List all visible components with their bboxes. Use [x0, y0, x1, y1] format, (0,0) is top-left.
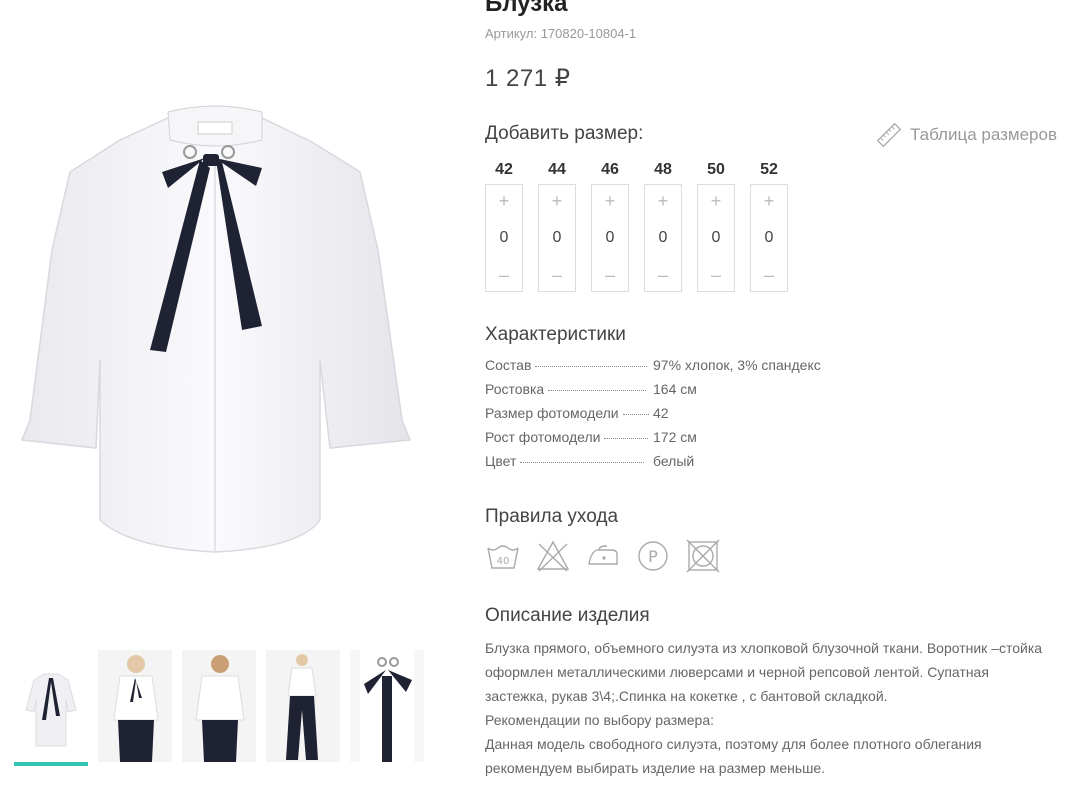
wash-40-icon: 40 [487, 545, 519, 569]
dry-clean-p-icon: P [638, 541, 668, 571]
quantity-stepper: + 0 – [591, 184, 629, 292]
characteristic-value: 42 [653, 405, 669, 421]
product-sku: Артикул: 170820-10804-1 [485, 26, 637, 41]
description-line: Данная модель свободного силуэта, поэтом… [485, 736, 982, 752]
characteristic-value: 172 см [653, 429, 697, 445]
quantity-stepper: + 0 – [644, 184, 682, 292]
description-line: Блузка прямого, объемного силуэта из хло… [485, 640, 1043, 656]
thumbnail-4[interactable] [266, 650, 340, 762]
description-line: оформлен металлическими люверсами и черн… [485, 664, 989, 680]
characteristic-key: Цвет [485, 453, 517, 469]
size-column: 42 + 0 – [485, 160, 523, 292]
care-heading: Правила ухода [485, 506, 619, 527]
increment-button[interactable]: + [499, 191, 510, 211]
characteristics-heading: Характеристики [485, 324, 626, 345]
decrement-button[interactable]: – [658, 265, 668, 285]
characteristic-value: белый [653, 453, 695, 469]
characteristic-key: Ростовка [485, 381, 545, 397]
quantity-value[interactable]: 0 [765, 229, 774, 247]
product-title: Блузка [485, 0, 568, 17]
size-table-link[interactable]: Таблица размеров [876, 122, 1057, 148]
size-table-label: Таблица размеров [910, 125, 1057, 144]
active-thumbnail-indicator [14, 762, 88, 766]
characteristic-row: Ростовка 164 см [485, 381, 905, 405]
dotted-leader [604, 438, 649, 439]
characteristics-list: Состав 97% хлопок, 3% спандекс Ростовка … [485, 357, 905, 477]
size-label: 44 [548, 161, 566, 178]
no-tumble-dry-icon [686, 539, 720, 573]
quantity-value[interactable]: 0 [606, 229, 615, 247]
blouse-illustration [20, 105, 412, 553]
characteristic-row: Размер фотомодели 42 [485, 405, 905, 429]
thumbnail-5[interactable] [350, 650, 424, 762]
dry-clean-letter: P [648, 547, 658, 566]
quantity-stepper: + 0 – [538, 184, 576, 292]
increment-button[interactable]: + [605, 191, 616, 211]
thumbnail-2[interactable] [98, 650, 172, 762]
size-column: 46 + 0 – [591, 160, 629, 292]
wash-temp-text: 40 [497, 556, 510, 567]
description-line: застежка, рукав 3\4;.Спинка на кокетке ,… [485, 688, 888, 704]
characteristic-key: Рост фотомодели [485, 429, 601, 445]
size-column: 50 + 0 – [697, 160, 735, 292]
quantity-stepper: + 0 – [485, 184, 523, 292]
decrement-button[interactable]: – [499, 265, 509, 285]
quantity-value[interactable]: 0 [500, 229, 509, 247]
iron-low-icon [588, 545, 618, 565]
thumbnail-3[interactable] [182, 650, 256, 762]
no-bleach-icon [536, 540, 570, 572]
size-selector: 42 + 0 – 44 + 0 – 46 + 0 – 48 + 0 – 50 +… [485, 160, 788, 292]
characteristic-value: 97% хлопок, 3% спандекс [653, 357, 821, 373]
size-column: 48 + 0 – [644, 160, 682, 292]
ruler-icon [876, 122, 902, 148]
characteristic-value: 164 см [653, 381, 697, 397]
quantity-value[interactable]: 0 [659, 229, 668, 247]
size-label: 50 [707, 161, 725, 178]
product-price: 1 271 ₽ [485, 65, 571, 92]
main-product-image[interactable] [0, 0, 430, 632]
thumbnail-gallery [14, 650, 424, 762]
dotted-leader [520, 462, 645, 463]
dotted-leader [622, 414, 649, 415]
size-column: 44 + 0 – [538, 160, 576, 292]
description-line: Рекомендации по выбору размера: [485, 712, 715, 728]
characteristic-row: Рост фотомодели 172 см [485, 429, 905, 453]
description-heading: Описание изделия [485, 605, 650, 626]
characteristic-row: Цвет белый [485, 453, 905, 477]
care-icons: 40 P [485, 538, 721, 574]
dotted-leader [535, 366, 648, 367]
quantity-value[interactable]: 0 [553, 229, 562, 247]
description-line: рекомендуем выбирать изделие на размер м… [485, 760, 826, 776]
size-column: 52 + 0 – [750, 160, 788, 292]
thumbnail-1[interactable] [14, 650, 88, 762]
add-size-heading: Добавить размер: [485, 123, 644, 144]
characteristic-key: Размер фотомодели [485, 405, 619, 421]
increment-button[interactable]: + [764, 191, 775, 211]
characteristic-row: Состав 97% хлопок, 3% спандекс [485, 357, 905, 381]
decrement-button[interactable]: – [605, 265, 615, 285]
decrement-button[interactable]: – [764, 265, 774, 285]
quantity-value[interactable]: 0 [712, 229, 721, 247]
characteristic-key: Состав [485, 357, 532, 373]
decrement-button[interactable]: – [552, 265, 562, 285]
increment-button[interactable]: + [552, 191, 563, 211]
dotted-leader [548, 390, 647, 391]
size-label: 42 [495, 161, 513, 178]
increment-button[interactable]: + [711, 191, 722, 211]
size-label: 46 [601, 161, 619, 178]
decrement-button[interactable]: – [711, 265, 721, 285]
quantity-stepper: + 0 – [697, 184, 735, 292]
product-description: Блузка прямого, объемного силуэта из хло… [485, 636, 1065, 780]
increment-button[interactable]: + [658, 191, 669, 211]
quantity-stepper: + 0 – [750, 184, 788, 292]
size-label: 52 [760, 161, 778, 178]
size-label: 48 [654, 161, 672, 178]
